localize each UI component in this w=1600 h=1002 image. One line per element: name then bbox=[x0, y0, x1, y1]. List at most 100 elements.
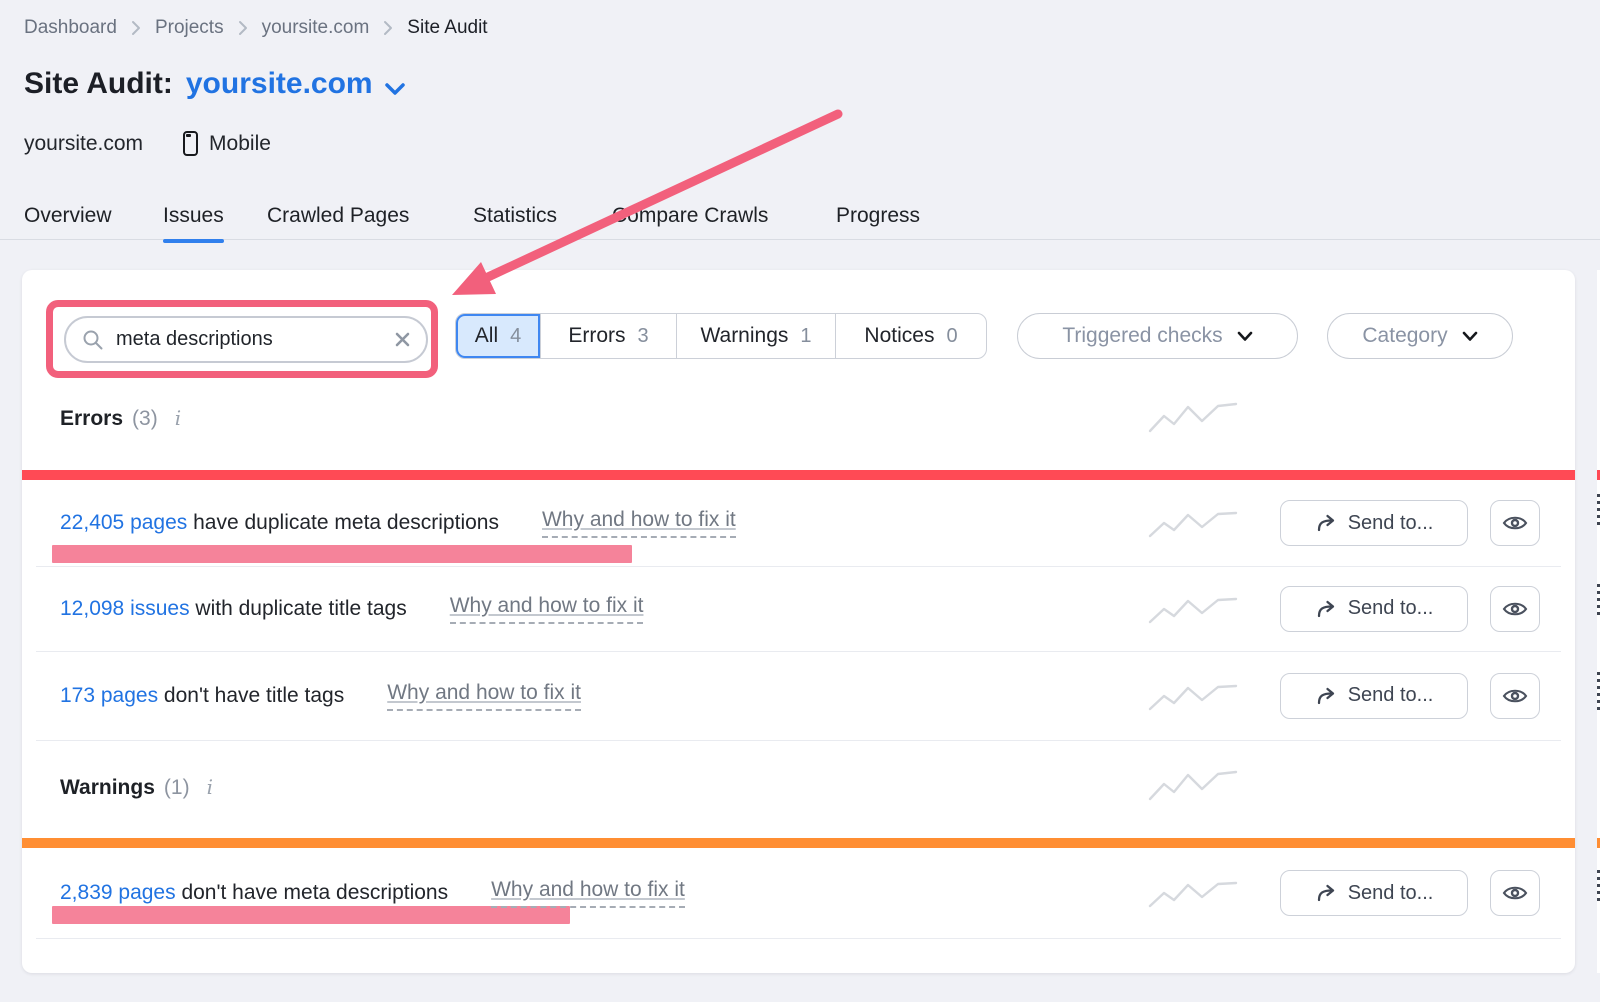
trend-sparkline bbox=[1147, 595, 1239, 625]
issue-count-link[interactable]: 2,839 pages bbox=[60, 881, 176, 905]
errors-severity-bar bbox=[22, 470, 1575, 480]
trend-sparkline bbox=[1147, 682, 1239, 712]
send-icon bbox=[1315, 686, 1337, 706]
segment-warnings-count: 1 bbox=[800, 325, 811, 348]
issue-count-link[interactable]: 22,405 pages bbox=[60, 511, 187, 535]
issue-row: 173 pages don't have title tags Why and … bbox=[22, 651, 1575, 740]
tab-compare-crawls[interactable]: Compare Crawls bbox=[612, 204, 768, 240]
why-how-to-fix-link[interactable]: Why and how to fix it bbox=[450, 594, 644, 624]
tab-crawled-pages[interactable]: Crawled Pages bbox=[267, 204, 409, 240]
row-divider bbox=[36, 938, 1561, 939]
search-input[interactable] bbox=[116, 328, 393, 351]
chevron-down-icon bbox=[384, 70, 406, 104]
chevron-right-icon bbox=[131, 20, 141, 36]
warnings-section-count: (1) bbox=[164, 776, 190, 800]
send-to-label: Send to... bbox=[1348, 882, 1434, 905]
info-icon[interactable]: i bbox=[175, 406, 181, 430]
project-domain-label: yoursite.com bbox=[24, 132, 143, 156]
send-icon bbox=[1315, 513, 1337, 533]
view-issue-button[interactable] bbox=[1490, 500, 1540, 546]
view-issue-button[interactable] bbox=[1490, 673, 1540, 719]
breadcrumb-projects[interactable]: Projects bbox=[155, 17, 224, 39]
triggered-checks-label: Triggered checks bbox=[1062, 324, 1222, 348]
issue-count-link[interactable]: 173 pages bbox=[60, 684, 158, 708]
send-to-button[interactable]: Send to... bbox=[1280, 586, 1468, 632]
page-title: Site Audit: yoursite.com bbox=[24, 64, 406, 104]
segment-notices[interactable]: Notices 0 bbox=[836, 314, 986, 358]
issue-description: don't have title tags bbox=[158, 684, 344, 708]
issue-description: have duplicate meta descriptions bbox=[187, 511, 499, 535]
project-selector-label: yoursite.com bbox=[186, 67, 373, 101]
chevron-right-icon bbox=[238, 20, 248, 36]
issue-row: 12,098 issues with duplicate title tags … bbox=[22, 566, 1575, 651]
triggered-checks-dropdown[interactable]: Triggered checks bbox=[1017, 313, 1298, 359]
send-to-label: Send to... bbox=[1348, 512, 1434, 535]
trend-sparkline bbox=[1147, 400, 1239, 434]
trend-sparkline bbox=[1147, 768, 1239, 802]
send-to-button[interactable]: Send to... bbox=[1280, 500, 1468, 546]
chevron-right-icon bbox=[383, 20, 393, 36]
tabs-divider bbox=[0, 239, 1600, 240]
issue-row: 2,839 pages don't have meta descriptions… bbox=[22, 848, 1575, 938]
search-icon bbox=[82, 329, 104, 351]
info-icon[interactable]: i bbox=[207, 775, 213, 799]
breadcrumb: Dashboard Projects yoursite.com Site Aud… bbox=[24, 17, 488, 39]
why-how-to-fix-link[interactable]: Why and how to fix it bbox=[387, 681, 581, 711]
segment-notices-label: Notices bbox=[864, 324, 934, 348]
segment-warnings-label: Warnings bbox=[700, 324, 788, 348]
breadcrumb-project-domain[interactable]: yoursite.com bbox=[262, 17, 370, 39]
warnings-section-header: Warnings (1) i bbox=[60, 775, 213, 800]
warnings-severity-bar bbox=[22, 838, 1575, 848]
segment-all[interactable]: All 4 bbox=[456, 314, 541, 358]
issue-description: don't have meta descriptions bbox=[176, 881, 449, 905]
send-to-label: Send to... bbox=[1348, 684, 1434, 707]
send-icon bbox=[1315, 883, 1337, 903]
breadcrumb-site-audit: Site Audit bbox=[407, 17, 487, 39]
breadcrumb-dashboard[interactable]: Dashboard bbox=[24, 17, 117, 39]
issue-row: 22,405 pages have duplicate meta descrip… bbox=[22, 480, 1575, 566]
errors-section-title: Errors bbox=[60, 407, 123, 431]
category-dropdown[interactable]: Category bbox=[1327, 313, 1513, 359]
eye-icon bbox=[1502, 883, 1528, 903]
why-how-to-fix-link[interactable]: Why and how to fix it bbox=[491, 878, 685, 908]
trend-sparkline bbox=[1147, 509, 1239, 539]
segment-errors[interactable]: Errors 3 bbox=[541, 314, 677, 358]
errors-section-count: (3) bbox=[132, 407, 158, 431]
tab-progress[interactable]: Progress bbox=[836, 204, 920, 240]
page-title-prefix: Site Audit: bbox=[24, 67, 173, 101]
errors-section-header: Errors (3) i bbox=[60, 406, 181, 431]
trend-sparkline bbox=[1147, 879, 1239, 909]
issues-panel: All 4 Errors 3 Warnings 1 Notices 0 Trig… bbox=[22, 270, 1575, 973]
send-to-button[interactable]: Send to... bbox=[1280, 673, 1468, 719]
chevron-down-icon bbox=[1462, 331, 1478, 342]
send-icon bbox=[1315, 599, 1337, 619]
chevron-down-icon bbox=[1237, 331, 1253, 342]
send-to-button[interactable]: Send to... bbox=[1280, 870, 1468, 916]
clear-icon[interactable] bbox=[393, 330, 412, 349]
view-issue-button[interactable] bbox=[1490, 586, 1540, 632]
mobile-icon bbox=[183, 131, 198, 156]
tab-issues[interactable]: Issues bbox=[163, 204, 224, 240]
segment-errors-count: 3 bbox=[638, 325, 649, 348]
search-box bbox=[64, 316, 428, 363]
project-selector[interactable]: yoursite.com bbox=[186, 64, 406, 104]
segment-all-count: 4 bbox=[510, 325, 521, 348]
segment-errors-label: Errors bbox=[568, 324, 625, 348]
segment-notices-count: 0 bbox=[946, 325, 957, 348]
eye-icon bbox=[1502, 513, 1528, 533]
project-meta: yoursite.com Mobile bbox=[24, 131, 271, 156]
tab-statistics[interactable]: Statistics bbox=[473, 204, 557, 240]
eye-icon bbox=[1502, 599, 1528, 619]
issue-count-link[interactable]: 12,098 issues bbox=[60, 597, 190, 621]
category-label: Category bbox=[1362, 324, 1447, 348]
warnings-section-title: Warnings bbox=[60, 776, 155, 800]
tab-overview[interactable]: Overview bbox=[24, 204, 112, 240]
why-how-to-fix-link[interactable]: Why and how to fix it bbox=[542, 508, 736, 538]
severity-filter: All 4 Errors 3 Warnings 1 Notices 0 bbox=[455, 313, 987, 359]
view-issue-button[interactable] bbox=[1490, 870, 1540, 916]
send-to-label: Send to... bbox=[1348, 597, 1434, 620]
issue-description: with duplicate title tags bbox=[190, 597, 407, 621]
segment-warnings[interactable]: Warnings 1 bbox=[677, 314, 836, 358]
device-label: Mobile bbox=[209, 132, 271, 156]
eye-icon bbox=[1502, 686, 1528, 706]
